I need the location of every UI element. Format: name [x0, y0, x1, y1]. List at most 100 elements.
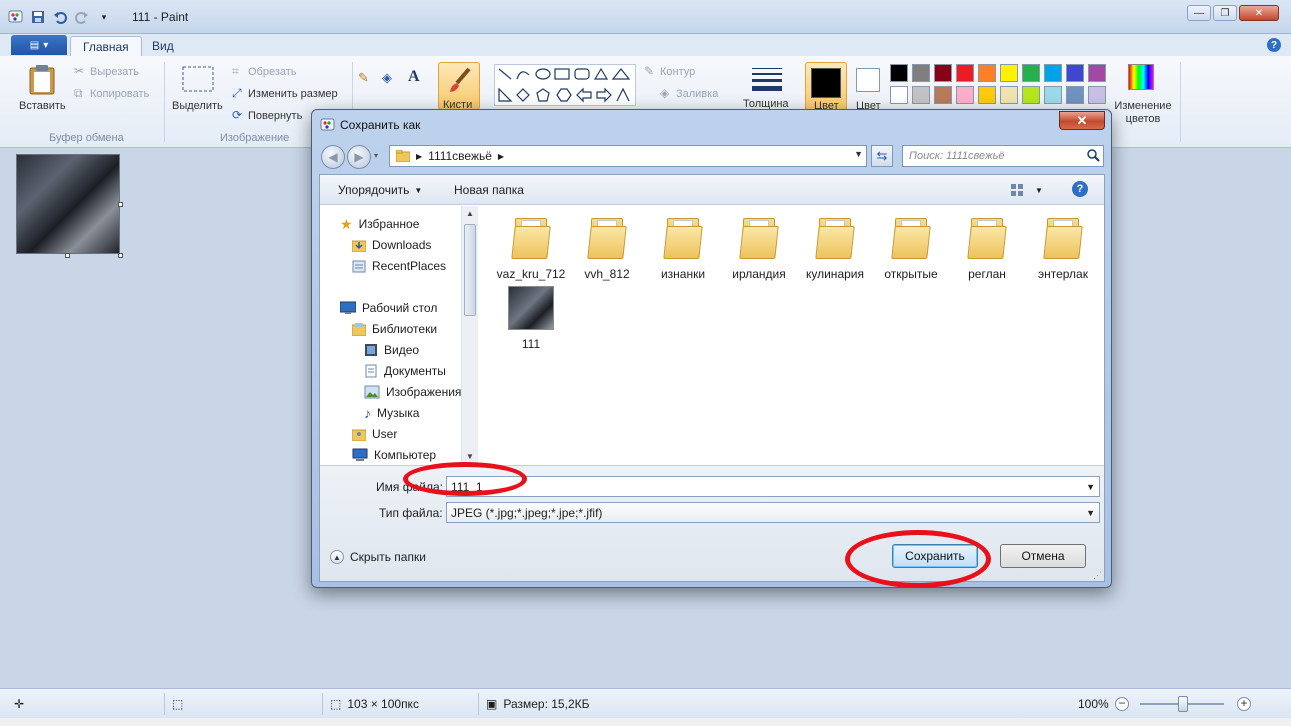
zoom-out-button[interactable]: −: [1115, 697, 1129, 711]
redo-icon[interactable]: [74, 9, 90, 25]
filename-input[interactable]: 111_1 ▼: [446, 476, 1100, 497]
palette-swatch[interactable]: [890, 64, 908, 82]
crop-button[interactable]: Обрезать: [248, 66, 297, 78]
minimize-button[interactable]: —: [1187, 5, 1211, 21]
edit-colors-button[interactable]: Изменение цветов: [1108, 62, 1174, 128]
palette-swatch[interactable]: [890, 86, 908, 104]
dialog-help-button[interactable]: ?: [1072, 181, 1088, 197]
scroll-down-icon[interactable]: ▼: [466, 452, 474, 461]
palette-swatch[interactable]: [956, 64, 974, 82]
nav-libraries[interactable]: Библиотеки: [352, 319, 437, 339]
palette-swatch[interactable]: [1000, 64, 1018, 82]
nav-favorites[interactable]: ★ Избранное: [340, 214, 419, 234]
palette-swatch[interactable]: [1066, 64, 1084, 82]
nav-downloads[interactable]: Downloads: [352, 235, 431, 255]
filetype-select[interactable]: JPEG (*.jpg;*.jpeg;*.jpe;*.jfif) ▼: [446, 502, 1100, 523]
color2-button[interactable]: Цвет: [852, 62, 886, 112]
recent-pages-dropdown[interactable]: ▾: [374, 151, 378, 160]
palette-swatch[interactable]: [978, 86, 996, 104]
nav-music[interactable]: ♪ Музыка: [364, 403, 419, 423]
folder-item[interactable]: ирландия: [721, 214, 797, 284]
zoom-in-button[interactable]: +: [1237, 697, 1251, 711]
save-icon[interactable]: [30, 9, 46, 25]
resize-button[interactable]: Изменить размер: [248, 88, 338, 100]
palette-swatch[interactable]: [934, 86, 952, 104]
palette-swatch[interactable]: [1066, 86, 1084, 104]
new-folder-button[interactable]: Новая папка: [454, 183, 524, 197]
palette-swatch[interactable]: [1088, 64, 1106, 82]
refresh-button[interactable]: ⇆: [871, 145, 893, 167]
nav-video[interactable]: Видео: [364, 340, 419, 360]
palette-swatch[interactable]: [912, 64, 930, 82]
palette-swatch[interactable]: [1000, 86, 1018, 104]
nav-desktop[interactable]: Рабочий стол: [340, 298, 437, 318]
folder-item[interactable]: энтерлак: [1025, 214, 1101, 284]
outline-button[interactable]: Контур: [660, 66, 695, 78]
text-tool[interactable]: A: [408, 68, 428, 88]
palette-swatch[interactable]: [1022, 64, 1040, 82]
palette-swatch[interactable]: [956, 86, 974, 104]
brushes-button[interactable]: Кисти: [438, 62, 480, 111]
select-button[interactable]: Выделить: [170, 62, 226, 124]
folder-item[interactable]: кулинария: [797, 214, 873, 284]
maximize-button[interactable]: ❐: [1213, 5, 1237, 21]
nav-recent-places[interactable]: RecentPlaces: [352, 256, 446, 276]
palette-swatch[interactable]: [1044, 86, 1062, 104]
help-icon[interactable]: ?: [1267, 38, 1281, 52]
dialog-close-button[interactable]: ✕: [1059, 111, 1105, 130]
nav-images[interactable]: Изображения: [364, 382, 461, 402]
folder-item[interactable]: vaz_kru_712: [493, 214, 569, 284]
scrollbar-thumb[interactable]: [464, 224, 476, 316]
tab-view[interactable]: Вид: [140, 36, 186, 56]
address-dropdown-icon[interactable]: ▼: [854, 149, 863, 159]
forward-button[interactable]: ▶: [347, 145, 371, 169]
cut-button[interactable]: Вырезать: [90, 66, 139, 78]
undo-icon[interactable]: [52, 9, 68, 25]
resize-handle[interactable]: [118, 202, 123, 207]
copy-button[interactable]: Копировать: [90, 88, 149, 100]
close-button[interactable]: ✕: [1239, 5, 1279, 21]
zoom-slider-thumb[interactable]: [1178, 696, 1188, 712]
file-item[interactable]: 111: [493, 286, 569, 356]
nav-computer[interactable]: Компьютер: [352, 445, 436, 464]
search-input[interactable]: Поиск: 1111свежьё: [902, 145, 1104, 167]
save-button[interactable]: Сохранить: [892, 544, 978, 568]
shapes-gallery[interactable]: [494, 64, 636, 106]
folder-item[interactable]: открытые: [873, 214, 949, 284]
palette-swatch[interactable]: [934, 64, 952, 82]
palette-swatch[interactable]: [1022, 86, 1040, 104]
palette-swatch[interactable]: [978, 64, 996, 82]
palette-swatch[interactable]: [912, 86, 930, 104]
palette-swatch[interactable]: [1044, 64, 1062, 82]
resize-handle[interactable]: [65, 253, 70, 258]
fill-button[interactable]: Заливка: [676, 88, 718, 100]
fill-tool[interactable]: ◈: [382, 70, 402, 90]
address-bar[interactable]: ▶ 1111свежьё ▶ ▼: [389, 145, 867, 167]
resize-handle[interactable]: [118, 253, 123, 258]
breadcrumb-current[interactable]: 1111свежьё: [428, 149, 492, 163]
canvas-image[interactable]: [16, 154, 120, 254]
paste-button[interactable]: Вставить: [14, 62, 70, 124]
file-menu-button[interactable]: ▤ ▾: [11, 35, 67, 55]
scroll-up-icon[interactable]: ▲: [466, 209, 474, 218]
cancel-button[interactable]: Отмена: [1000, 544, 1086, 568]
palette-swatch[interactable]: [1088, 86, 1106, 104]
nav-user[interactable]: User: [352, 424, 397, 444]
folder-item[interactable]: vvh_812: [569, 214, 645, 284]
view-options-button[interactable]: ▼: [1010, 183, 1043, 197]
pencil-tool[interactable]: ✎: [358, 70, 378, 90]
chevron-down-icon[interactable]: ▼: [1086, 508, 1095, 518]
folder-item[interactable]: реглан: [949, 214, 1025, 284]
organize-button[interactable]: Упорядочить ▼: [338, 183, 422, 197]
folder-item[interactable]: изнанки: [645, 214, 721, 284]
paint-app-icon[interactable]: [8, 9, 24, 25]
resize-grip-icon[interactable]: ⋰: [1093, 570, 1102, 581]
back-button[interactable]: ◀: [321, 145, 345, 169]
navigation-scrollbar[interactable]: ▲ ▼: [461, 206, 478, 464]
chevron-down-icon[interactable]: ▼: [1086, 482, 1095, 492]
nav-documents[interactable]: Документы: [364, 361, 446, 381]
rotate-button[interactable]: Повернуть: [248, 110, 302, 122]
color1-button[interactable]: Цвет: [805, 62, 847, 112]
tab-home[interactable]: Главная: [70, 36, 142, 56]
customize-qat-icon[interactable]: ▾: [96, 9, 112, 25]
